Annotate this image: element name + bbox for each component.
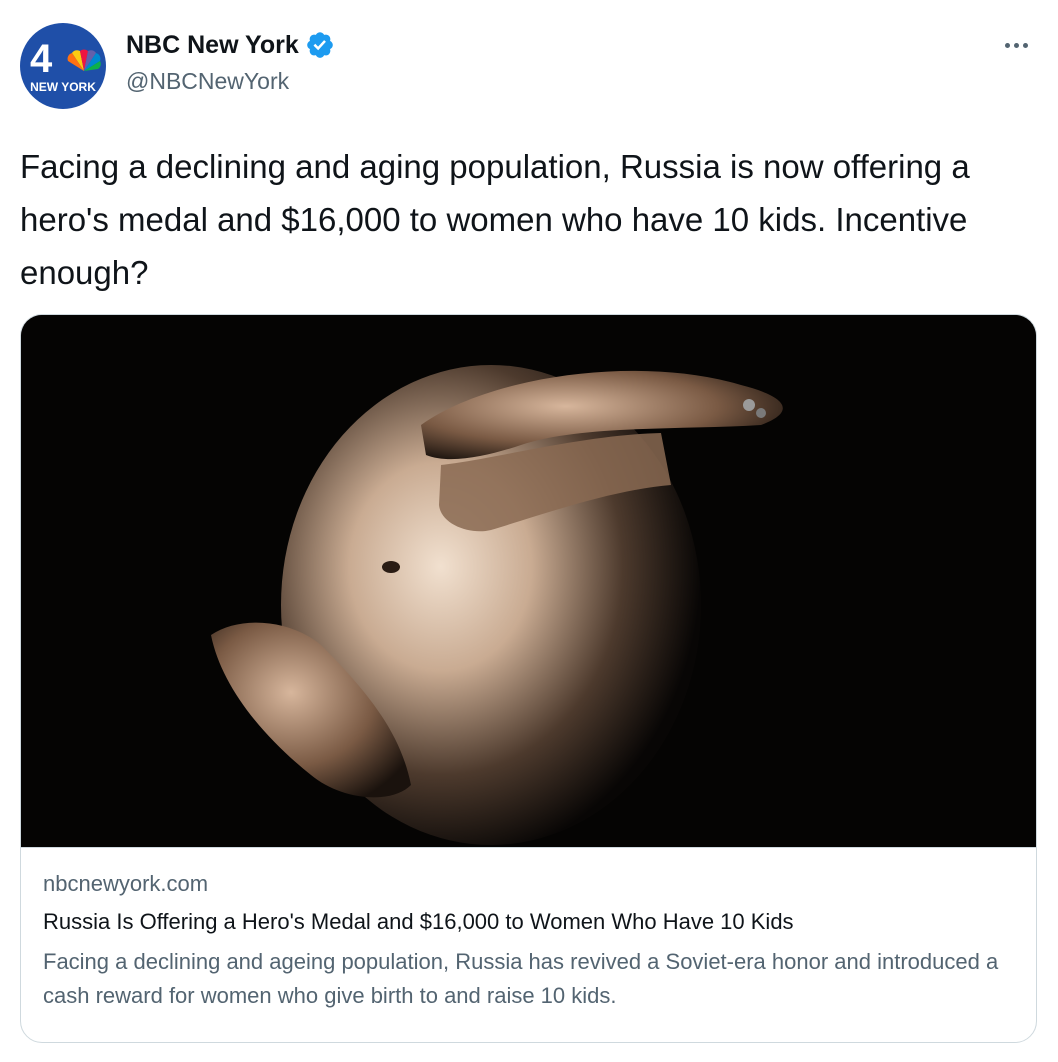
- link-card-title[interactable]: Russia Is Offering a Hero's Medal and $1…: [43, 909, 1013, 935]
- link-card-image[interactable]: [21, 315, 1036, 848]
- author-handle[interactable]: @NBCNewYork: [126, 68, 335, 95]
- author-name-row[interactable]: NBC New York: [126, 30, 335, 60]
- more-horizontal-icon: [1013, 42, 1019, 48]
- more-horizontal-icon: [1022, 42, 1028, 48]
- avatar-channel-number: 4: [30, 37, 52, 81]
- display-name[interactable]: NBC New York: [126, 31, 299, 60]
- link-card[interactable]: nbcnewyork.com Russia Is Offering a Hero…: [20, 314, 1037, 1043]
- pregnant-belly-photo: [21, 315, 1036, 847]
- verified-badge-icon: [306, 32, 333, 58]
- more-options-button[interactable]: [996, 30, 1036, 60]
- link-card-domain: nbcnewyork.com: [43, 871, 209, 896]
- avatar[interactable]: 4 NEW YORK: [20, 23, 106, 109]
- tweet-text: Facing a declining and aging population,…: [20, 148, 970, 291]
- peacock-logo-icon: [67, 49, 101, 71]
- author-block: NBC New York @NBCNewYork: [126, 30, 335, 95]
- link-card-description: Facing a declining and ageing population…: [43, 949, 999, 1008]
- link-card-meta: nbcnewyork.com Russia Is Offering a Hero…: [43, 871, 1013, 1013]
- tweet: 4 NEW YORK NBC New York @NBCNewYork Faci…: [0, 0, 1058, 1062]
- avatar-caption: NEW YORK: [30, 80, 96, 94]
- more-horizontal-icon: [1004, 42, 1010, 48]
